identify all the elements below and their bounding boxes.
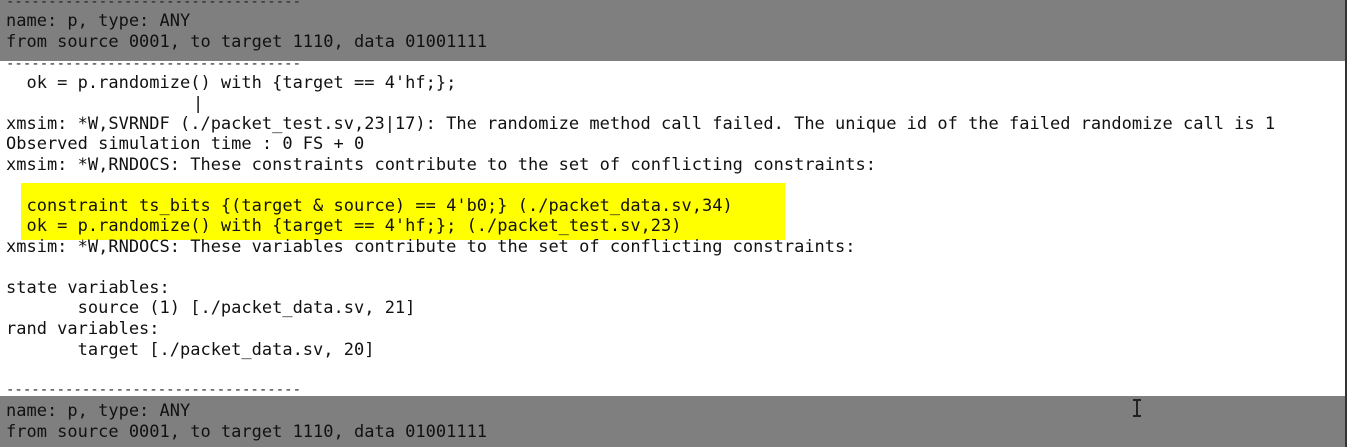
separator-line: ----------------------------------- (6, 386, 302, 394)
randomize-statement: ok = p.randomize() with {target == 4'hf;… (6, 73, 457, 93)
variables-warning: xmsim: *W,RNDOCS: These variables contri… (6, 237, 856, 257)
packet-name-line: name: p, type: ANY (6, 11, 191, 31)
packet-data-line: from source 0001, to target 1110, data 0… (6, 422, 488, 442)
rand-variables-header: rand variables: (6, 319, 160, 339)
packet-name-line: name: p, type: ANY (6, 401, 191, 421)
constraint-line: ok = p.randomize() with {target == 4'hf;… (6, 216, 682, 236)
separator-line: ----------------------------------- (6, 0, 301, 6)
constraints-warning: xmsim: *W,RNDOCS: These constraints cont… (6, 155, 876, 175)
packet-data-line: from source 0001, to target 1110, data 0… (6, 32, 488, 52)
text-cursor-icon (1131, 398, 1143, 418)
error-caret: | (193, 94, 204, 114)
constraint-line: constraint ts_bits {(target & source) ==… (6, 196, 733, 216)
state-variable-line: source (1) [./packet_data.sv, 21] (6, 298, 416, 318)
state-variables-header: state variables: (6, 278, 170, 298)
terminal-console[interactable]: ----------------------------------- name… (0, 0, 1347, 447)
simulation-time: Observed simulation time : 0 FS + 0 (6, 134, 365, 154)
svrndf-warning: xmsim: *W,SVRNDF (./packet_test.sv,23|17… (6, 114, 1276, 134)
separator-line: ----------------------------------- (6, 60, 302, 68)
rand-variable-line: target [./packet_data.sv, 20] (6, 340, 375, 360)
